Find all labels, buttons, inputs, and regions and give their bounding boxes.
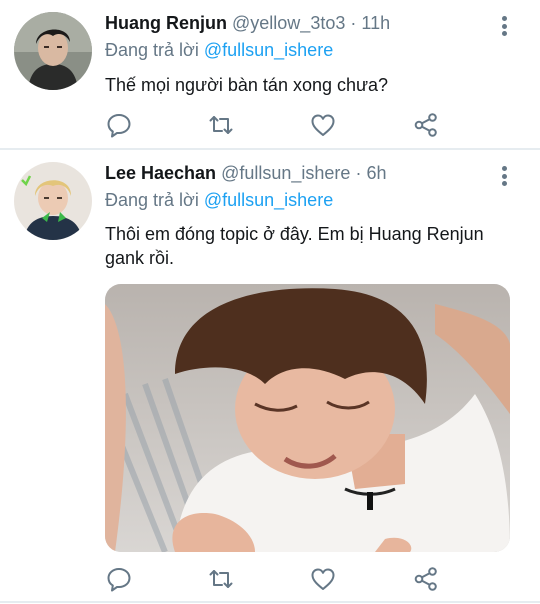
share-icon[interactable] <box>412 111 440 139</box>
user-handle[interactable]: @yellow_3to3 <box>232 13 345 33</box>
replying-prefix: Đang trả lời <box>105 40 199 60</box>
avatar[interactable] <box>14 12 92 90</box>
display-name[interactable]: Lee Haechan <box>105 163 216 183</box>
tweet-header: Lee Haechan @fullsun_ishere · 6h <box>105 163 386 184</box>
replying-to: Đang trả lời @fullsun_ishere <box>105 40 333 61</box>
tweet-text: Thôi em đóng topic ở đây. Em bị Huang Re… <box>105 224 484 268</box>
reply-icon[interactable] <box>105 111 133 139</box>
separator: · <box>350 13 357 33</box>
tweet-actions <box>105 111 445 139</box>
tweet[interactable]: Huang Renjun @yellow_3to3 · 11h Đang trả… <box>0 0 540 148</box>
separator: · <box>355 163 362 183</box>
divider <box>0 601 540 603</box>
timestamp[interactable]: 11h <box>361 13 390 33</box>
share-icon[interactable] <box>412 565 440 593</box>
retweet-icon[interactable] <box>207 111 235 139</box>
like-icon[interactable] <box>309 111 337 139</box>
avatar[interactable] <box>14 162 92 240</box>
reply-icon[interactable] <box>105 565 133 593</box>
more-options-icon[interactable] <box>502 16 508 36</box>
timestamp[interactable]: 6h <box>366 163 386 183</box>
tweet[interactable]: Lee Haechan @fullsun_ishere · 6h Đang tr… <box>0 150 540 604</box>
tweet-header: Huang Renjun @yellow_3to3 · 11h <box>105 13 390 34</box>
display-name[interactable]: Huang Renjun <box>105 13 227 33</box>
mention-link[interactable]: @fullsun_ishere <box>204 190 333 210</box>
user-handle[interactable]: @fullsun_ishere <box>221 163 350 183</box>
more-options-icon[interactable] <box>502 166 508 186</box>
tweet-actions <box>105 565 445 593</box>
retweet-icon[interactable] <box>207 565 235 593</box>
tweet-text: Thế mọi người bàn tán xong chưa? <box>105 75 389 95</box>
replying-prefix: Đang trả lời <box>105 190 199 210</box>
replying-to: Đang trả lời @fullsun_ishere <box>105 190 333 211</box>
tweet-media-photo[interactable] <box>105 284 510 552</box>
mention-link[interactable]: @fullsun_ishere <box>204 40 333 60</box>
like-icon[interactable] <box>309 565 337 593</box>
